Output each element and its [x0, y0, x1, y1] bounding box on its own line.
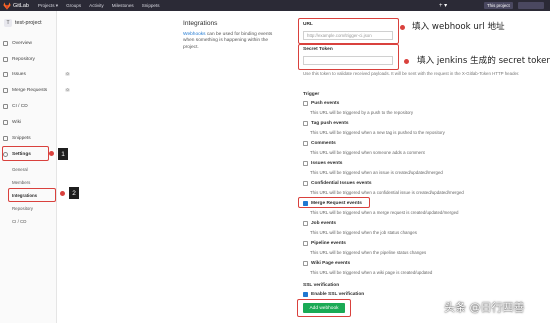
ssl-verification-row[interactable]: Enable SSL verification	[303, 292, 364, 297]
trigger-wiki-page-events[interactable]: Wiki Page events	[303, 261, 350, 266]
callout-dot-1	[49, 151, 54, 156]
nav-groups[interactable]: Groups	[66, 3, 81, 8]
wiki-page-events-desc: This URL will be triggered when a wiki p…	[310, 270, 433, 275]
settings-sub-ci-cd[interactable]: CI / CD	[12, 219, 26, 224]
page-title: Integrations	[183, 20, 218, 27]
merge-requests-count-badge: 0	[65, 88, 71, 92]
search-scope-button[interactable]: This project	[484, 2, 513, 9]
issues-icon	[3, 72, 8, 77]
merge-request-icon	[3, 88, 8, 93]
url-callout-dot	[400, 25, 405, 30]
sidebar-item-label: Merge Requests	[12, 88, 48, 93]
step-badge-2: 2	[69, 187, 79, 199]
nav-projects[interactable]: Projects ▾	[38, 3, 58, 9]
gitlab-logo[interactable]: GitLab	[3, 0, 38, 11]
push-events-desc: This URL will be triggered by a push to …	[310, 110, 414, 115]
book-open-icon	[3, 120, 8, 125]
confidential-issues-events-desc: This URL will be triggered when a confid…	[310, 190, 464, 195]
new-item-button[interactable]: + ▾	[439, 0, 447, 11]
trigger-comments[interactable]: Comments	[303, 141, 336, 146]
issues-events-desc: This URL will be triggered when an issue…	[310, 170, 443, 175]
token-callout-dot	[404, 59, 409, 64]
step-badge-1: 1	[58, 148, 68, 160]
settings-sub-members[interactable]: Members	[12, 180, 30, 185]
comments-checkbox[interactable]	[303, 141, 308, 146]
scissors-icon	[3, 136, 8, 141]
job-events-label: Job events	[311, 221, 337, 226]
pipeline-events-label: Pipeline events	[311, 241, 346, 246]
confidential-issues-events-checkbox[interactable]	[303, 181, 308, 186]
wiki-page-events-label: Wiki Page events	[311, 261, 351, 266]
wiki-page-events-checkbox[interactable]	[303, 261, 308, 266]
job-events-checkbox[interactable]	[303, 221, 308, 226]
integrations-description: Webhooks can be used for binding events …	[183, 32, 283, 51]
comments-label: Comments	[311, 141, 336, 146]
project-avatar: T	[4, 19, 12, 27]
search-input[interactable]	[518, 2, 544, 9]
trigger-label: Trigger	[303, 92, 320, 97]
trigger-job-events[interactable]: Job events	[303, 221, 336, 226]
brand-name: GitLab	[13, 2, 29, 9]
token-callout: 填入 jenkins 生成的 secret token	[417, 56, 550, 66]
nav-snippets[interactable]: Snippets	[142, 3, 160, 8]
ssl-verification-checkbox-label: Enable SSL verification	[311, 292, 365, 297]
sidebar-item-label: Repository	[12, 57, 35, 62]
tag-push-events-desc: This URL will be triggered when a new ta…	[310, 130, 445, 135]
nav-activity[interactable]: Activity	[89, 3, 104, 8]
trigger-pipeline-events[interactable]: Pipeline events	[303, 241, 346, 246]
confidential-issues-events-label: Confidential Issues events	[311, 181, 372, 186]
secret-token-highlight-box	[298, 44, 399, 70]
push-events-checkbox[interactable]	[303, 101, 308, 106]
trigger-confidential-issues-events[interactable]: Confidential Issues events	[303, 181, 372, 186]
top-navbar: GitLab Projects ▾ Groups Activity Milest…	[0, 0, 550, 11]
rocket-icon	[3, 104, 8, 109]
project-header[interactable]: T test-project	[4, 19, 42, 27]
add-webhook-highlight-box	[297, 299, 351, 317]
issues-events-label: Issues events	[311, 161, 343, 166]
tag-push-events-label: Tag push events	[311, 121, 349, 126]
settings-sub-repository[interactable]: Repository	[12, 206, 33, 211]
sidebar-item-overview[interactable]: Overview	[3, 39, 73, 48]
trigger-tag-push-events[interactable]: Tag push events	[303, 121, 349, 126]
watermark: 头条 @日行四善	[444, 301, 525, 314]
job-events-desc: This URL will be triggered when the job …	[310, 230, 417, 235]
push-events-label: Push events	[311, 101, 340, 106]
integrations-highlight-box	[8, 188, 56, 202]
settings-highlight-box	[2, 146, 49, 161]
url-callout: 填入 webhook url 地址	[412, 22, 505, 32]
book-icon	[3, 57, 8, 62]
webhooks-link[interactable]: Webhooks	[183, 32, 206, 37]
callout-dot-2	[60, 191, 65, 196]
settings-sub-general[interactable]: General	[12, 167, 28, 172]
gitlab-icon	[3, 1, 11, 10]
pipeline-events-desc: This URL will be triggered when the pipe…	[310, 250, 427, 255]
sidebar-item-issues[interactable]: Issues 0	[3, 70, 73, 79]
sidebar-item-label: Wiki	[12, 120, 22, 125]
sidebar-item-snippets[interactable]: Snippets	[3, 134, 73, 143]
sidebar-item-label: Overview	[12, 41, 32, 46]
sidebar-item-ci-cd[interactable]: CI / CD	[3, 102, 73, 111]
sidebar-item-label: CI / CD	[12, 104, 28, 109]
sidebar-item-wiki[interactable]: Wiki	[3, 118, 73, 127]
home-icon	[3, 41, 8, 46]
sidebar-item-merge-requests[interactable]: Merge Requests 0	[3, 86, 73, 95]
issues-count-badge: 0	[65, 72, 71, 76]
pipeline-events-checkbox[interactable]	[303, 241, 308, 246]
issues-events-checkbox[interactable]	[303, 161, 308, 166]
url-highlight-box	[298, 18, 399, 44]
secret-token-help: Use this token to validate received payl…	[303, 71, 520, 76]
sidebar-item-label: Snippets	[12, 136, 31, 141]
merge-request-events-desc: This URL will be triggered when a merge …	[310, 210, 459, 215]
trigger-issues-events[interactable]: Issues events	[303, 161, 342, 166]
project-name: test-project	[15, 20, 42, 26]
tag-push-events-checkbox[interactable]	[303, 121, 308, 126]
sidebar-item-label: Issues	[12, 72, 26, 77]
ssl-verification-checkbox[interactable]	[303, 292, 308, 297]
trigger-push-events[interactable]: Push events	[303, 101, 339, 106]
ssl-verification-label: SSL verification	[303, 283, 340, 288]
nav-milestones[interactable]: Milestones	[112, 3, 134, 8]
merge-request-highlight-box	[298, 197, 370, 208]
comments-desc: This URL will be triggered when someone …	[310, 150, 425, 155]
sidebar-item-repository[interactable]: Repository	[3, 55, 73, 64]
